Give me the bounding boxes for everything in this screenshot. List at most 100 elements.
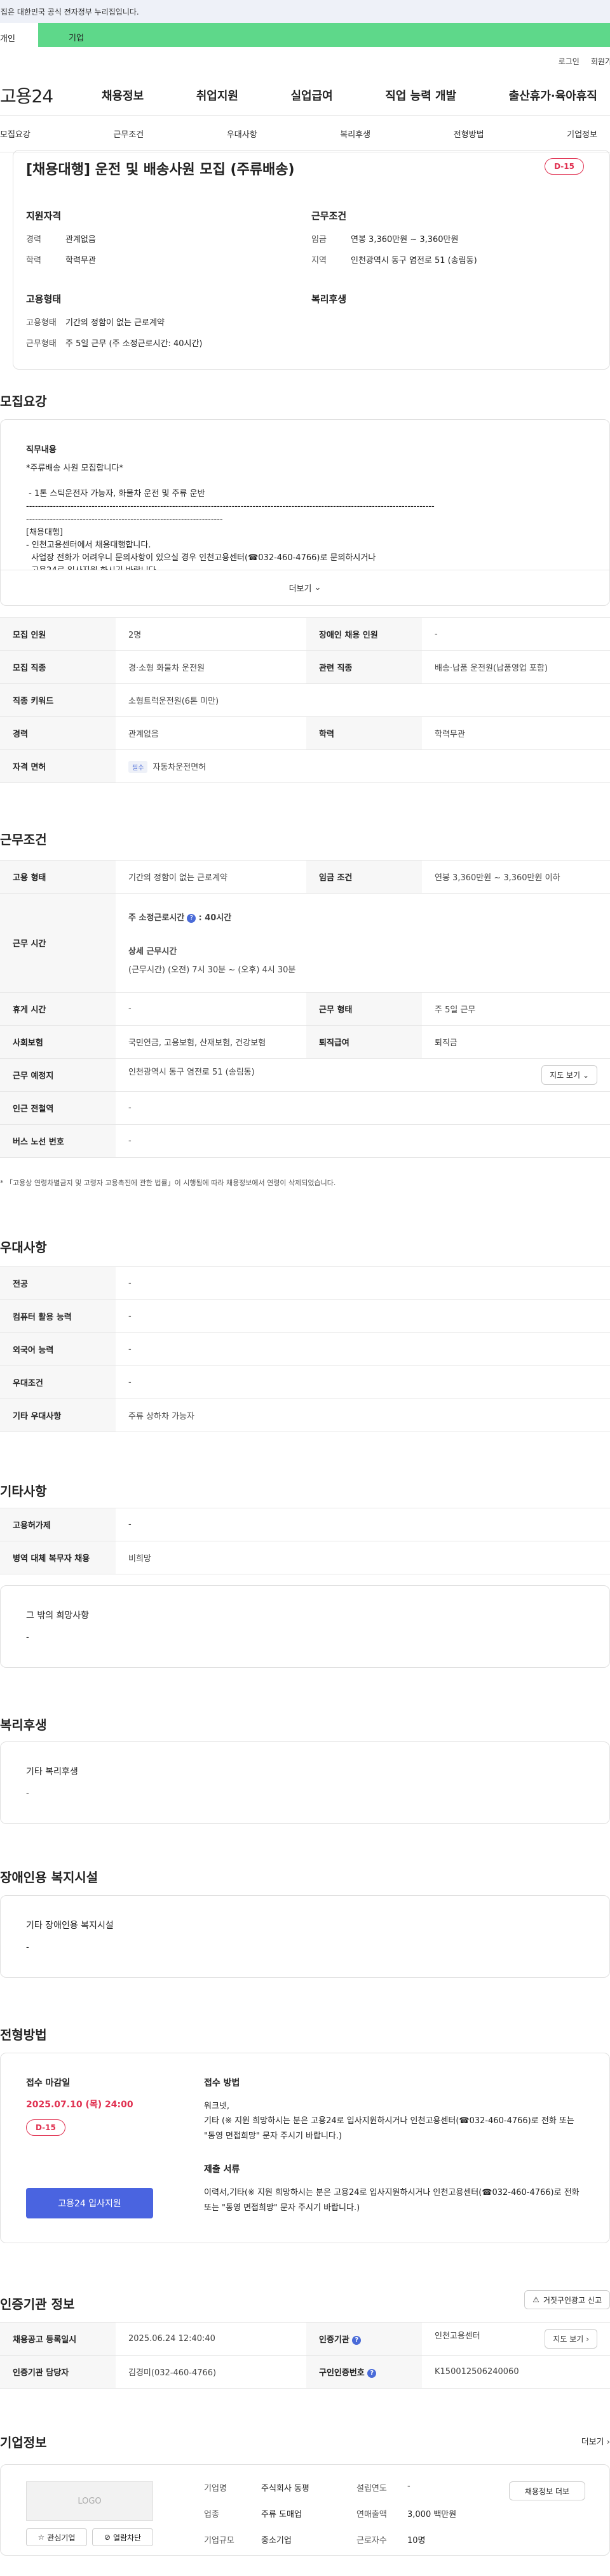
table-cell: 배송·납품 운전원(납품영업 포함) [422,650,610,684]
login-link[interactable]: 로그인 [559,56,580,67]
table-row: 기타 우대사항 주류 상하차 가능자 [0,1399,610,1432]
apply-button[interactable]: 고용24 입사지원 [26,2188,153,2218]
map-view-button[interactable]: 지도 보기 ⌄ [541,1065,597,1085]
gnb-item-unemployment[interactable]: 실업급여 [291,87,333,104]
corp-fields: 기업명 주식회사 동평 설립연도 - 업종 주류 도매업 연매출액 3,000 백만원 … [204,2481,515,2546]
table-header-cell: 버스 노선 번호 [0,1124,116,1158]
table-header-cell: 인근 전철역 [0,1091,116,1125]
chevron-right-icon: › [606,2438,610,2447]
table-header-cell: 인증기관 ? [306,2322,422,2356]
corp-field-value: 주식회사 동평 [261,2484,309,2493]
section-anchor-nav: 모집요강 근무조건 우대사항 복리후생 전형방법 기업정보 [0,116,610,152]
employment-heading: 고용형태 [26,293,62,305]
section-title-disabled: 장애인용 복지시설 [0,1870,98,1885]
table-cell: - [116,992,306,1026]
detail-hours-label: 상세 근무시간 [128,947,177,956]
chevron-down-icon: ⌄ [314,583,322,593]
section-title-pref: 우대사항 [0,1240,47,1255]
table-row: 채용공고 등록일시 2025.06.24 12:40:40 인증기관 ? 인천고… [0,2322,610,2356]
favorite-corp-button[interactable]: ☆ 관심기업 [26,2528,87,2546]
table-cell: 김경미(032-460-4766) [116,2355,306,2389]
summary-value: 학력무관 [65,256,96,265]
section-title-etc: 기타사항 [0,1484,47,1499]
table-cell: - [116,1365,610,1399]
table-cell: 관계없음 [116,716,306,750]
table-header-cell: 경력 [0,716,116,750]
anchor-work[interactable]: 근무조건 [113,128,144,140]
corp-field-value: 3,000 백만원 [407,2510,457,2519]
gnb-item-training[interactable]: 직업 능력 개발 [385,87,456,104]
summary-row: 경력 관계없음 [26,232,311,245]
table-cell: - [116,1266,610,1300]
table-row: 고용허가제 - [0,1508,610,1541]
table-row: 근무 시간 주 소정근로시간 ? : 40시간 상세 근무시간 (근무시간) (… [0,893,610,993]
table-cell: - [116,1124,610,1158]
gnb-item-support[interactable]: 취업지원 [196,87,238,104]
summary-key: 지역 [311,256,327,265]
required-badge: 필수 [128,760,148,773]
table-header-cell: 사회보험 [0,1025,116,1059]
table-cell: - [116,1299,610,1333]
anchor-apply[interactable]: 전형방법 [454,128,484,140]
conditions-heading: 근무조건 [311,210,347,222]
table-header-cell: 모집 직종 [0,650,116,684]
table-row: 버스 노선 번호 - [0,1124,610,1158]
job-description-text: *주류배송 사원 모집합니다* - 1톤 스틱운전자 가능자, 화물차 운전 및… [26,464,435,575]
anchor-corp[interactable]: 기업정보 [567,128,597,140]
user-type-tabs: 개인 기업 [0,23,610,47]
summary-row: 학력 학력무관 [26,253,311,265]
table-header-cell: 고용허가제 [0,1508,116,1541]
description-more-button[interactable]: 더보기 ⌄ [1,570,609,605]
false-ad-report-button[interactable]: ⚠ 거짓구인광고 신고 [524,2290,610,2309]
agency-map-button[interactable]: 지도 보기 › [545,2329,597,2349]
table-header-cell: 퇴직급여 [306,1025,422,1059]
table-cell: 2025.06.24 12:40:40 [116,2322,306,2356]
table-row: 고용 형태 기간의 정함이 없는 근로계약 임금 조건 연봉 3,360만원 ~… [0,860,610,894]
corp-jobs-button[interactable]: 채용정보 더보 [509,2481,585,2500]
site-logo[interactable]: 고용24 [0,83,102,108]
summary-key: 근무형태 [26,339,57,349]
table-cell: 주 5일 근무 [422,992,610,1026]
disabled-facility-title: 기타 장애인용 복지시설 [26,1921,114,1931]
work-place-cell: 인천광역시 동구 염전로 51 (송림동) 지도 보기 ⌄ [116,1058,610,1092]
table-cell: 연봉 3,360만원 ~ 3,360만원 이하 [422,860,610,894]
tab-corp[interactable]: 기업 [38,23,610,47]
summary-qualification: 지원자격 경력 관계없음 학력 학력무관 [26,209,311,274]
table-header-cell: 관련 직종 [306,650,422,684]
table-cell: 경·소형 화물차 운전원 [116,650,306,684]
table-header-cell: 임금 조건 [306,860,422,894]
join-link[interactable]: 회원가입 [591,56,610,67]
corp-field-value: - [407,2481,410,2491]
anchor-pref[interactable]: 우대사항 [227,128,257,140]
summary-grid-2: 고용형태 고용형태 기간의 정함이 없는 근로계약 근무형태 주 5일 근무 (주 … [26,292,597,358]
summary-value: 주 5일 근무 (주 소정근로시간: 40시간) [65,339,203,349]
detail-hours-value: (근무시간) (오전) 7시 30분 ~ (오후) 4시 30분 [128,965,296,975]
corp-field-key: 설립연도 [356,2484,387,2493]
tab-person[interactable]: 개인 [0,23,38,47]
map-button-label: 지도 보기 [553,2335,584,2344]
table-header-cell: 근무 시간 [0,893,116,993]
section-title-corp: 기업정보 [0,2435,47,2450]
help-icon[interactable]: ? [187,913,196,923]
help-icon[interactable]: ? [367,2368,377,2378]
anchor-recruit[interactable]: 모집요강 [0,128,30,140]
gnb-item-jobs[interactable]: 채용정보 [102,87,144,104]
method-title: 접수 방법 [204,2078,240,2088]
corp-field-key: 기업규모 [204,2536,234,2546]
apply-detail-area: 접수 방법 워크넷, 기타 (※ 지원 희망하시는 분은 고용24로 입사지원하… [204,2076,585,2234]
corp-more-link[interactable]: 더보기 › [581,2435,610,2447]
docs-title: 제출 서류 [204,2164,240,2175]
table-row: 자격 면허 필수 자동차운전면허 [0,749,610,783]
gnb-item-leave[interactable]: 출산휴가·육아휴직 [509,87,597,104]
chevron-down-icon: ⌄ [582,1071,589,1080]
recruit-table: 모집 인원 2명 장애인 채용 인원 - 모집 직종 경·소형 화물차 운전원 … [0,617,610,783]
report-button-label: 거짓구인광고 신고 [543,2295,602,2305]
block-corp-button[interactable]: ⊘ 열람차단 [92,2528,153,2546]
help-icon[interactable]: ? [352,2335,362,2345]
table-header-cell: 기타 우대사항 [0,1399,116,1432]
agency-value: 인천고용센터 [435,2331,480,2341]
anchor-welfare[interactable]: 복리후생 [340,128,370,140]
block-label: 열람차단 [112,2533,142,2542]
welfare-box-title: 기타 복리후생 [26,1767,78,1777]
table-header-cell: 학력 [306,716,422,750]
